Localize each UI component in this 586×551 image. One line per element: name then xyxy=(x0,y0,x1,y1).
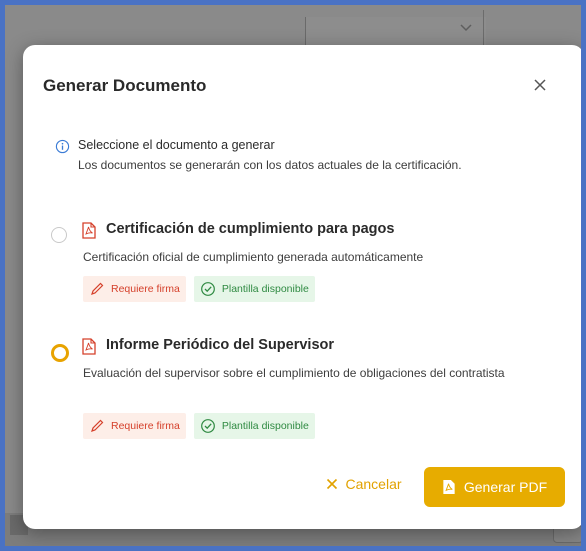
pen-icon xyxy=(91,419,104,432)
option-description: Evaluación del supervisor sobre el cumpl… xyxy=(83,366,505,380)
pdf-file-icon xyxy=(82,222,96,239)
template-available-badge: Plantilla disponible xyxy=(193,413,315,439)
badge-label: Plantilla disponible xyxy=(221,283,309,295)
requires-signature-badge: Requiere firma xyxy=(83,413,186,439)
option-title: Certificación de cumplimiento para pagos xyxy=(106,221,395,237)
background-divider xyxy=(483,10,484,48)
generate-pdf-button[interactable]: Generar PDF xyxy=(424,467,565,507)
info-icon xyxy=(55,139,70,154)
check-circle-icon xyxy=(200,282,215,296)
pen-icon xyxy=(91,282,104,295)
option-title: Informe Periódico del Supervisor xyxy=(106,337,335,353)
badge-label: Requiere firma xyxy=(111,420,180,432)
option-badges: Requiere firma Plantilla disponible xyxy=(83,413,315,439)
option-badges: Requiere firma Plantilla disponible xyxy=(83,276,315,302)
background-select xyxy=(305,17,486,47)
modal-title: Generar Documento xyxy=(43,76,207,95)
close-icon xyxy=(327,478,338,490)
generate-document-modal: Generar Documento Seleccione el document… xyxy=(23,45,584,529)
pdf-file-icon xyxy=(82,338,96,355)
pdf-file-icon xyxy=(443,479,455,495)
badge-label: Plantilla disponible xyxy=(221,420,309,432)
generate-label: Generar PDF xyxy=(463,479,548,495)
close-icon[interactable] xyxy=(530,75,550,95)
badge-label: Requiere firma xyxy=(111,283,180,295)
check-circle-icon xyxy=(200,419,215,433)
option-description: Certificación oficial de cumplimiento ge… xyxy=(83,250,424,264)
requires-signature-badge: Requiere firma xyxy=(83,276,186,302)
radio-informe[interactable] xyxy=(51,344,69,362)
info-subtitle: Los documentos se generarán con los dato… xyxy=(78,158,462,172)
cancel-label: Cancelar xyxy=(345,476,402,492)
cancel-button[interactable]: Cancelar xyxy=(315,465,413,503)
info-title: Seleccione el documento a generar xyxy=(78,138,275,152)
chevron-down-icon xyxy=(460,24,472,32)
radio-certificacion[interactable] xyxy=(51,227,67,243)
template-available-badge: Plantilla disponible xyxy=(193,276,315,302)
